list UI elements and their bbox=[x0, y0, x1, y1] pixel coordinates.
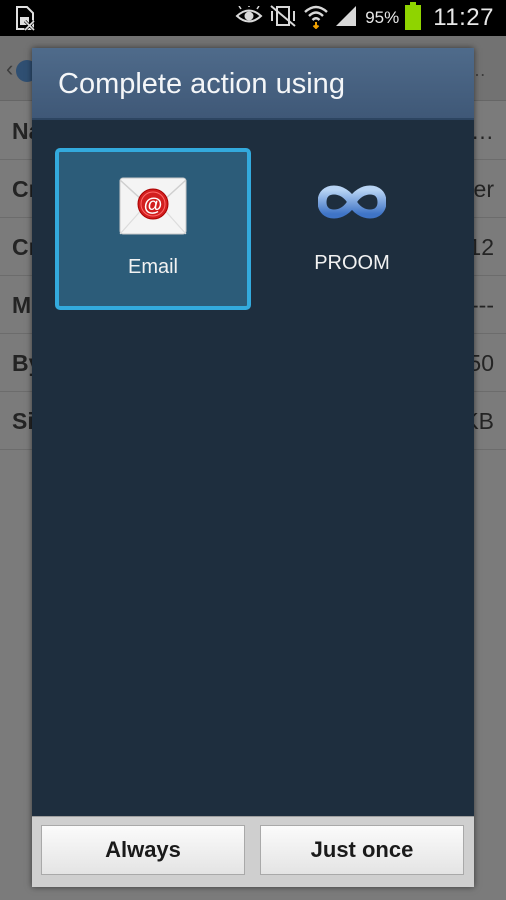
app-label-proom: PROOM bbox=[314, 252, 390, 274]
battery-icon bbox=[405, 1, 422, 35]
detail-value: … bbox=[471, 118, 494, 144]
eye-icon bbox=[235, 3, 263, 31]
email-icon: @ bbox=[119, 176, 187, 236]
wifi-icon bbox=[303, 3, 329, 34]
svg-text:@: @ bbox=[144, 195, 163, 216]
dialog-title-bar: Complete action using bbox=[32, 48, 474, 120]
app-chooser-dialog: Complete action using @ Email PROOM Alwa… bbox=[32, 48, 474, 887]
always-button[interactable]: Always bbox=[41, 825, 245, 875]
sim-card-icon bbox=[14, 5, 38, 32]
dialog-button-bar: Always Just once bbox=[32, 816, 474, 887]
detail-value: --- bbox=[471, 292, 494, 318]
back-chevron-icon: ‹ bbox=[6, 56, 14, 81]
dialog-title: Complete action using bbox=[58, 68, 345, 100]
detail-key: Si bbox=[12, 408, 34, 434]
app-option-proom[interactable]: PROOM bbox=[254, 148, 450, 310]
detail-key: M bbox=[12, 292, 32, 318]
infinity-icon bbox=[317, 172, 387, 232]
status-bar: 95% 11:27 bbox=[0, 0, 506, 36]
clock: 11:27 bbox=[433, 4, 494, 31]
detail-value: er bbox=[473, 176, 494, 202]
signal-icon bbox=[335, 5, 357, 32]
vibrate-mute-icon bbox=[269, 4, 297, 33]
battery-percent: 95% bbox=[365, 8, 400, 27]
just-once-button[interactable]: Just once bbox=[260, 825, 464, 875]
app-label-email: Email bbox=[127, 256, 178, 278]
app-option-email[interactable]: @ Email bbox=[55, 148, 251, 310]
